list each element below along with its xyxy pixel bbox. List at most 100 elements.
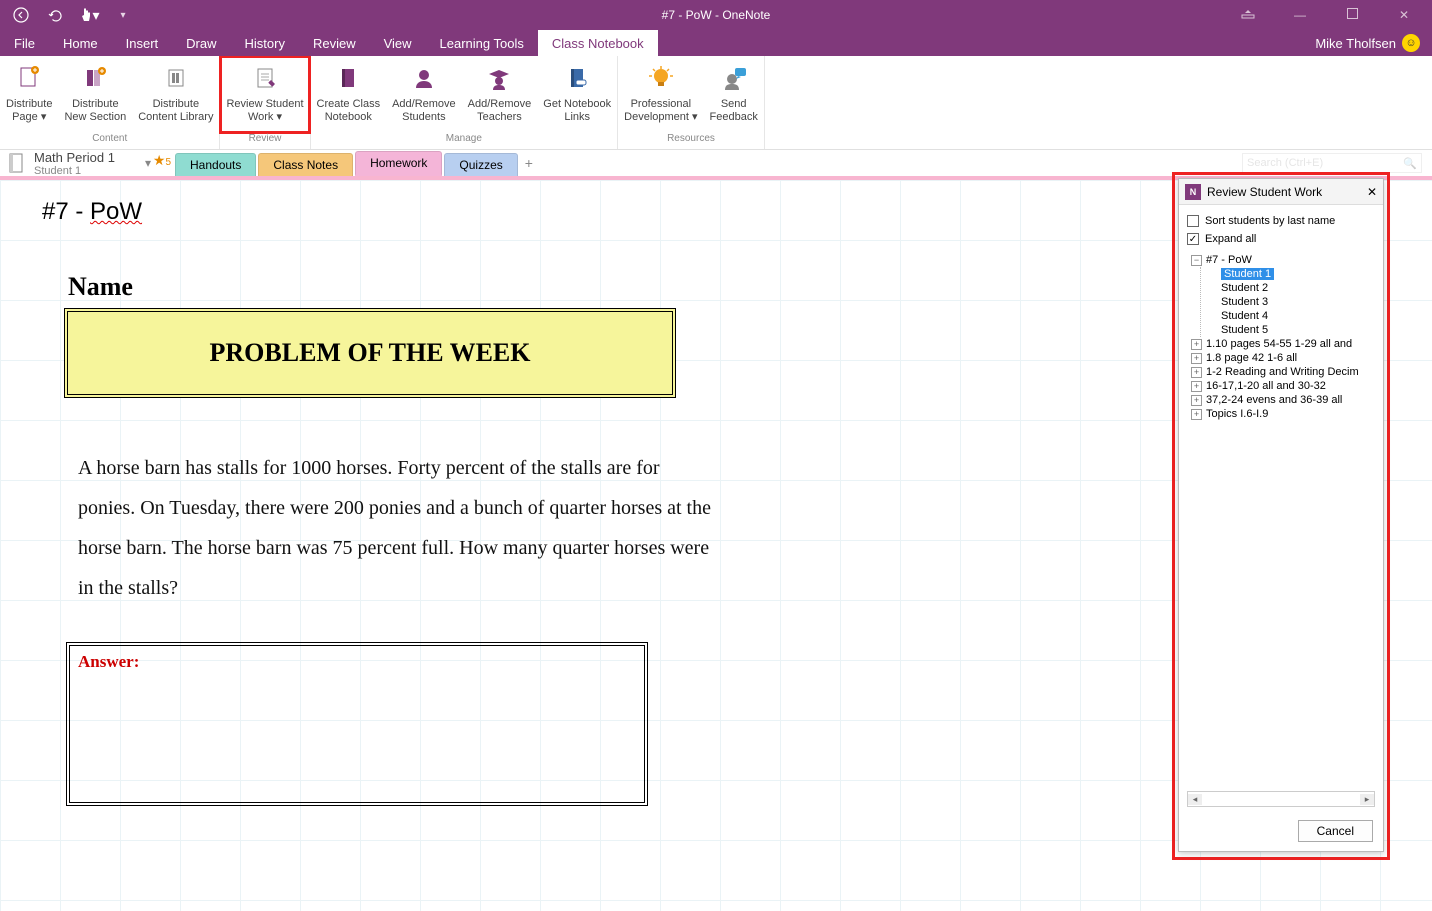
sort-by-lastname-checkbox[interactable]: Sort students by last name: [1187, 215, 1375, 227]
tree-node[interactable]: +Topics I.6-I.9: [1191, 407, 1375, 421]
title-bar: ▾ ▾ #7 - PoW - OneNote — ✕: [0, 0, 1432, 30]
tree-node[interactable]: −#7 - PoW: [1191, 253, 1375, 267]
ribbon-button-label: Add/RemoveStudents: [392, 98, 456, 124]
expand-all-checkbox[interactable]: ✓ Expand all: [1187, 233, 1375, 245]
ribbon-options-icon[interactable]: [1228, 8, 1268, 22]
ribbon-review-button[interactable]: Review StudentWork ▾: [220, 56, 309, 133]
ribbon-button-label: DistributeNew Section: [64, 98, 126, 124]
page-canvas[interactable]: #7 - PoW Name PROBLEM OF THE WEEK A hors…: [0, 180, 1432, 911]
tab-file[interactable]: File: [0, 30, 49, 56]
tab-draw[interactable]: Draw: [172, 30, 230, 56]
expand-icon[interactable]: +: [1191, 381, 1202, 392]
expand-icon[interactable]: +: [1191, 339, 1202, 350]
ribbon-button-label: DistributeContent Library: [138, 98, 213, 124]
tab-home[interactable]: Home: [49, 30, 112, 56]
scroll-left-icon[interactable]: ◂: [1188, 794, 1202, 805]
links-icon: [561, 62, 593, 94]
maximize-icon[interactable]: [1332, 8, 1372, 22]
tree-node-label: #7 - PoW: [1206, 254, 1252, 266]
ribbon-button-label: Create ClassNotebook: [317, 98, 381, 124]
expand-icon[interactable]: +: [1191, 353, 1202, 364]
back-icon[interactable]: [8, 2, 34, 28]
page-title[interactable]: #7 - PoW: [42, 198, 142, 226]
section-tab-homework[interactable]: Homework: [355, 151, 442, 176]
page-icon: [13, 62, 45, 94]
expand-label: Expand all: [1205, 233, 1256, 245]
section-tab-quizzes[interactable]: Quizzes: [444, 153, 517, 176]
collapse-icon[interactable]: −: [1191, 255, 1202, 266]
problem-text: A horse barn has stalls for 1000 horses.…: [78, 448, 720, 608]
ribbon-section-button[interactable]: DistributeNew Section: [58, 56, 132, 133]
tab-insert[interactable]: Insert: [112, 30, 173, 56]
tree-node[interactable]: +1.10 pages 54-55 1-29 all and: [1191, 337, 1375, 351]
chevron-down-icon[interactable]: ▾: [145, 156, 151, 170]
notebook-icon: [332, 62, 364, 94]
assignment-tree: −#7 - PoWStudent 1Student 2Student 3Stud…: [1191, 253, 1375, 421]
panel-h-scrollbar[interactable]: ◂ ▸: [1187, 791, 1375, 807]
tree-node-label: 1.10 pages 54-55 1-29 all and: [1206, 338, 1352, 350]
tree-node[interactable]: +16-17,1-20 all and 30-32: [1191, 379, 1375, 393]
tree-node[interactable]: +1.8 page 42 1-6 all: [1191, 351, 1375, 365]
undo-icon[interactable]: [42, 2, 68, 28]
student-label: Student 1: [1221, 268, 1274, 280]
search-placeholder: Search (Ctrl+E): [1247, 157, 1323, 169]
expand-icon[interactable]: +: [1191, 395, 1202, 406]
teacher-icon: [483, 62, 515, 94]
touch-icon[interactable]: ▾: [76, 2, 102, 28]
minimize-icon[interactable]: —: [1280, 8, 1320, 22]
tree-node[interactable]: +37,2-24 evens and 36-39 all: [1191, 393, 1375, 407]
tab-view[interactable]: View: [370, 30, 426, 56]
tab-learning-tools[interactable]: Learning Tools: [426, 30, 538, 56]
qat-customize-icon[interactable]: ▾: [110, 2, 136, 28]
expand-icon[interactable]: +: [1191, 367, 1202, 378]
expand-icon[interactable]: +: [1191, 409, 1202, 420]
answer-label: Answer:: [78, 652, 636, 672]
tab-history[interactable]: History: [231, 30, 299, 56]
tree-node[interactable]: +1-2 Reading and Writing Decim: [1191, 365, 1375, 379]
ribbon-student-button[interactable]: Add/RemoveStudents: [386, 56, 462, 133]
tree-student-node[interactable]: Student 1: [1221, 267, 1375, 281]
tree-node-label: 1.8 page 42 1-6 all: [1206, 352, 1297, 364]
search-input[interactable]: Search (Ctrl+E)🔍: [1242, 153, 1422, 173]
user-name[interactable]: Mike Tholfsen ☺: [1303, 30, 1432, 56]
ribbon-button-label: SendFeedback: [710, 98, 758, 124]
ribbon-links-button[interactable]: Get NotebookLinks: [537, 56, 617, 133]
notebook-picker[interactable]: Math Period 1 Student 1 ▾ ★5: [0, 150, 175, 177]
scroll-right-icon[interactable]: ▸: [1360, 794, 1374, 805]
ribbon-feedback-button[interactable]: SendFeedback: [704, 56, 764, 133]
tab-review[interactable]: Review: [299, 30, 370, 56]
answer-box[interactable]: Answer:: [66, 642, 648, 806]
ribbon-notebook-button[interactable]: Create ClassNotebook: [311, 56, 387, 133]
smiley-icon: ☺: [1402, 34, 1420, 52]
panel-title: Review Student Work: [1207, 185, 1322, 199]
ribbon-teacher-button[interactable]: Add/RemoveTeachers: [462, 56, 538, 133]
tab-class-notebook[interactable]: Class Notebook: [538, 30, 658, 56]
tree-node-label: 37,2-24 evens and 36-39 all: [1206, 394, 1342, 406]
close-icon[interactable]: ✕: [1384, 8, 1424, 22]
ribbon-page-button[interactable]: DistributePage ▾: [0, 56, 58, 133]
tree-student-node[interactable]: Student 2: [1221, 281, 1375, 295]
ribbon-group-label: Content: [0, 133, 219, 149]
tree-student-node[interactable]: Student 5: [1221, 323, 1375, 337]
student-label: Student 5: [1221, 324, 1268, 336]
cancel-button[interactable]: Cancel: [1298, 820, 1373, 842]
library-icon: [160, 62, 192, 94]
student-label: Student 4: [1221, 310, 1268, 322]
section-tab-handouts[interactable]: Handouts: [175, 153, 256, 176]
ribbon-bulb-button[interactable]: ProfessionalDevelopment ▾: [618, 56, 703, 133]
add-section-button[interactable]: +: [518, 152, 540, 174]
star-badge-count: 5: [165, 157, 171, 168]
section-tab-class-notes[interactable]: Class Notes: [258, 153, 353, 176]
user-name-label: Mike Tholfsen: [1315, 36, 1396, 51]
review-icon: [249, 62, 281, 94]
bulb-icon: [645, 62, 677, 94]
tree-student-node[interactable]: Student 3: [1221, 295, 1375, 309]
panel-close-icon[interactable]: ✕: [1367, 185, 1377, 199]
ribbon-button-label: Get NotebookLinks: [543, 98, 611, 124]
ribbon-library-button[interactable]: DistributeContent Library: [132, 56, 219, 133]
onenote-icon: N: [1185, 184, 1201, 200]
sort-label: Sort students by last name: [1205, 215, 1335, 227]
tree-student-node[interactable]: Student 4: [1221, 309, 1375, 323]
ribbon: DistributePage ▾DistributeNew Section Dis…: [0, 56, 1432, 150]
section-icon: [79, 62, 111, 94]
